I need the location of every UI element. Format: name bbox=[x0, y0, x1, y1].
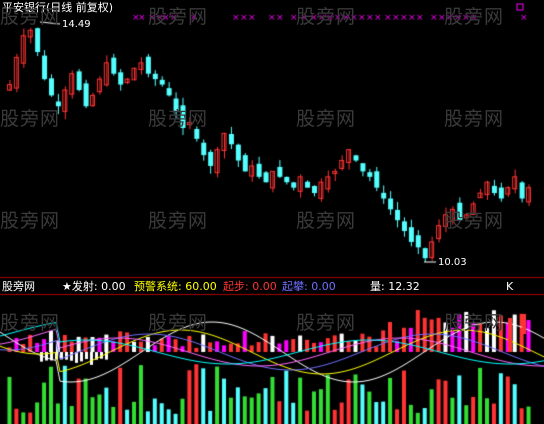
climb-indicator: 起攀: 0.00 bbox=[282, 280, 336, 294]
max-price-label: 14.49 bbox=[62, 19, 91, 30]
k-label[interactable]: K bbox=[506, 280, 513, 294]
fire-indicator: ★发射: 0.00 bbox=[62, 280, 126, 294]
climb-value: 0.00 bbox=[311, 280, 336, 293]
warning-label: 预警系统: bbox=[134, 280, 182, 293]
warning-indicator: 预警系统: 60.00 bbox=[134, 280, 217, 294]
min-price-label: 10.03 bbox=[438, 257, 467, 268]
start-value: 0.00 bbox=[252, 280, 277, 293]
start-indicator: 起步: 0.00 bbox=[223, 280, 277, 294]
volume-label: 量: bbox=[370, 280, 385, 293]
fire-label: ★发射: bbox=[62, 280, 98, 293]
warning-value: 60.00 bbox=[185, 280, 217, 293]
start-label: 起步: bbox=[223, 280, 249, 293]
volume-indicator: 量: 12.32 bbox=[370, 280, 420, 294]
climb-label: 起攀: bbox=[282, 280, 308, 293]
volume-value: 12.32 bbox=[388, 280, 420, 293]
fire-value: 0.00 bbox=[101, 280, 126, 293]
stock-chart-canvas[interactable] bbox=[0, 0, 544, 424]
indicator-name[interactable]: 股旁网 bbox=[2, 280, 35, 294]
chart-title: 平安银行(日线 前复权) bbox=[2, 1, 114, 14]
